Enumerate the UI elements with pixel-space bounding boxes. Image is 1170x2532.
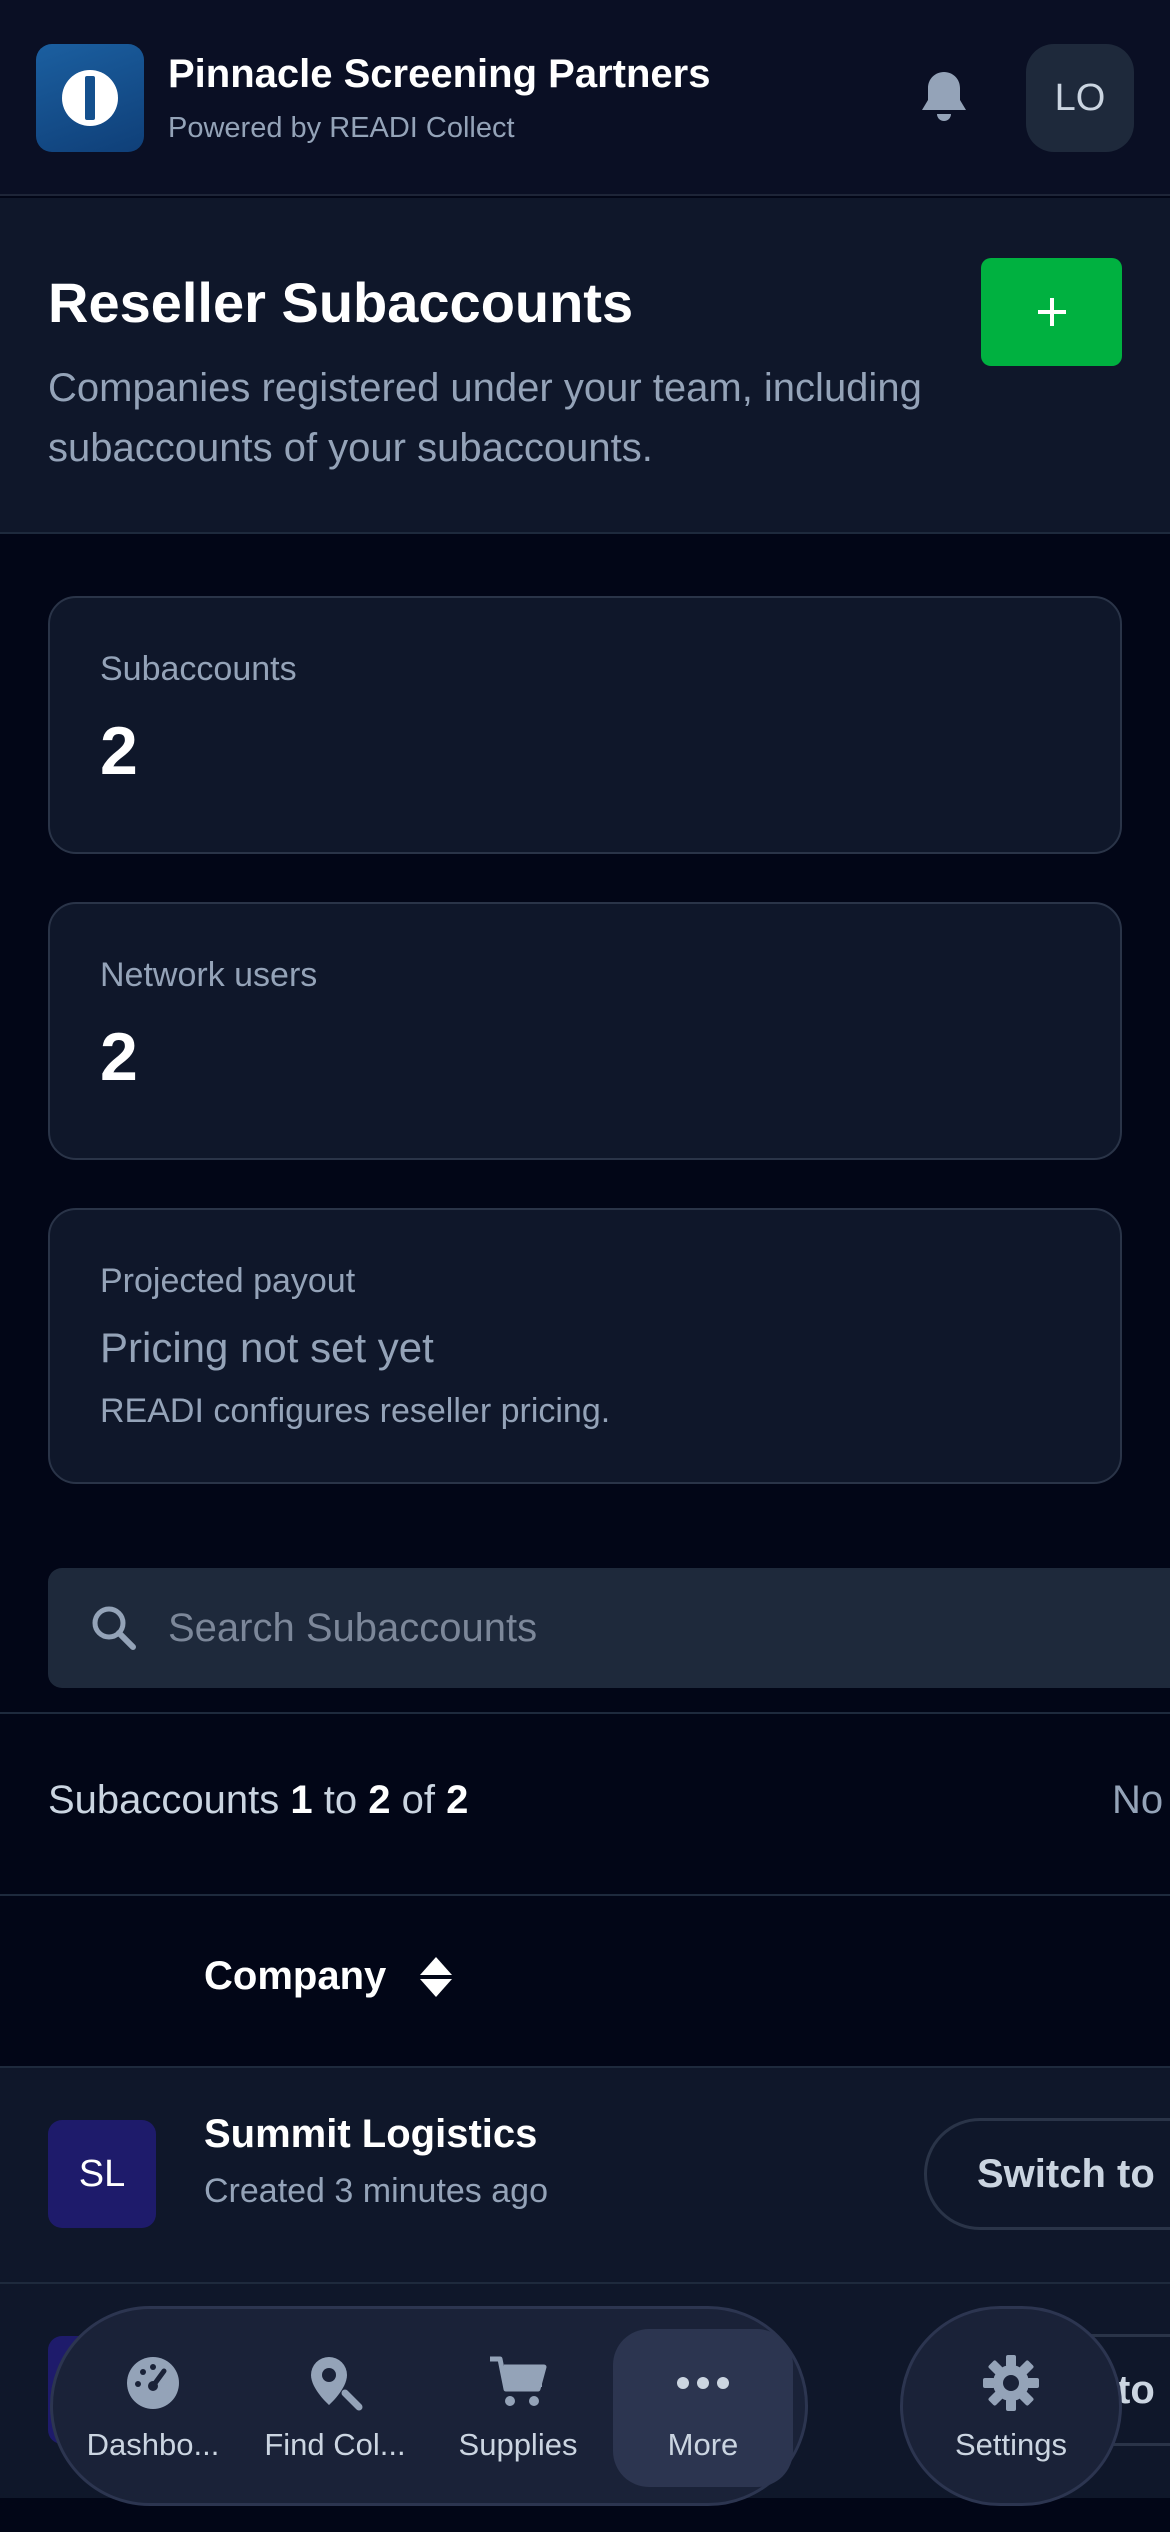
brand-logo[interactable]: [36, 44, 144, 152]
stat-label: Projected payout: [100, 1262, 356, 1300]
nav-label: Dashbo...: [86, 2427, 220, 2462]
brand-subtitle: Powered by READI Collect: [168, 112, 515, 144]
stat-value: 2: [100, 1019, 138, 1095]
page-description: Companies registered under your team, in…: [48, 366, 922, 470]
payout-status: Pricing not set yet: [100, 1324, 434, 1371]
search-icon: [92, 1606, 136, 1650]
cart-icon: [488, 2353, 548, 2413]
network-users-stat-card: Network users 2: [48, 902, 1122, 1160]
dashboard-gauge-icon: [123, 2353, 183, 2413]
plus-icon: [1037, 298, 1066, 326]
app-header: Pinnacle Screening Partners Powered by R…: [0, 0, 1170, 196]
nav-item-supplies[interactable]: Supplies: [428, 2309, 608, 2503]
company-avatar: SL: [48, 2120, 156, 2228]
bell-icon: [922, 72, 966, 121]
notifications-button[interactable]: [908, 62, 980, 134]
created-time: Created 3 minutes ago: [204, 2172, 548, 2210]
nav-item-more[interactable]: More: [613, 2309, 793, 2503]
search-bar: [48, 1568, 1170, 1688]
column-header-company[interactable]: Company: [204, 1954, 454, 1999]
page-title: Reseller Subaccounts: [48, 271, 634, 334]
subaccounts-stat-card: Subaccounts 2: [48, 596, 1122, 854]
more-dots-icon: [673, 2353, 733, 2413]
user-avatar[interactable]: LO: [1026, 44, 1134, 152]
bottom-nav: Dashbo... Find Col... Supplies More: [50, 2306, 808, 2506]
location-search-icon: [305, 2353, 365, 2413]
nav-label: Settings: [954, 2427, 1067, 2462]
divider: [0, 1894, 1170, 1896]
nav-label: More: [667, 2427, 739, 2462]
nav-item-settings[interactable]: Settings: [900, 2306, 1122, 2506]
nav-item-dashboard[interactable]: Dashbo...: [63, 2309, 243, 2503]
brand-name: Pinnacle Screening Partners: [168, 52, 711, 96]
nav-item-find-collection[interactable]: Find Col...: [245, 2309, 425, 2503]
add-subaccount-button[interactable]: [981, 258, 1122, 366]
nav-label: Find Col...: [264, 2427, 406, 2462]
stat-value: 2: [100, 713, 138, 789]
payout-note: READI configures reseller pricing.: [100, 1392, 611, 1430]
search-input[interactable]: [168, 1568, 1168, 1688]
company-name: Summit Logistics: [204, 2112, 538, 2156]
app-screen: Pinnacle Screening Partners Powered by R…: [0, 0, 1170, 2532]
stat-label: Subaccounts: [100, 650, 297, 688]
results-summary: Subaccounts 1 to 2 of 2: [48, 1778, 469, 1822]
switch-to-button[interactable]: Switch to: [924, 2118, 1170, 2230]
gear-icon: [981, 2353, 1041, 2413]
table-row: SL Summit Logistics Created 3 minutes ag…: [0, 2068, 1170, 2282]
logo-icon: [62, 70, 118, 126]
divider: [0, 1712, 1170, 1714]
projected-payout-stat-card: Projected payout Pricing not set yet REA…: [48, 1208, 1122, 1484]
nav-label: Supplies: [458, 2427, 578, 2462]
page-header: Reseller Subaccounts Companies registere…: [0, 198, 1170, 534]
stat-label: Network users: [100, 956, 318, 994]
summary-right-text: No: [1112, 1778, 1164, 1822]
sort-icon: [420, 1956, 453, 1997]
